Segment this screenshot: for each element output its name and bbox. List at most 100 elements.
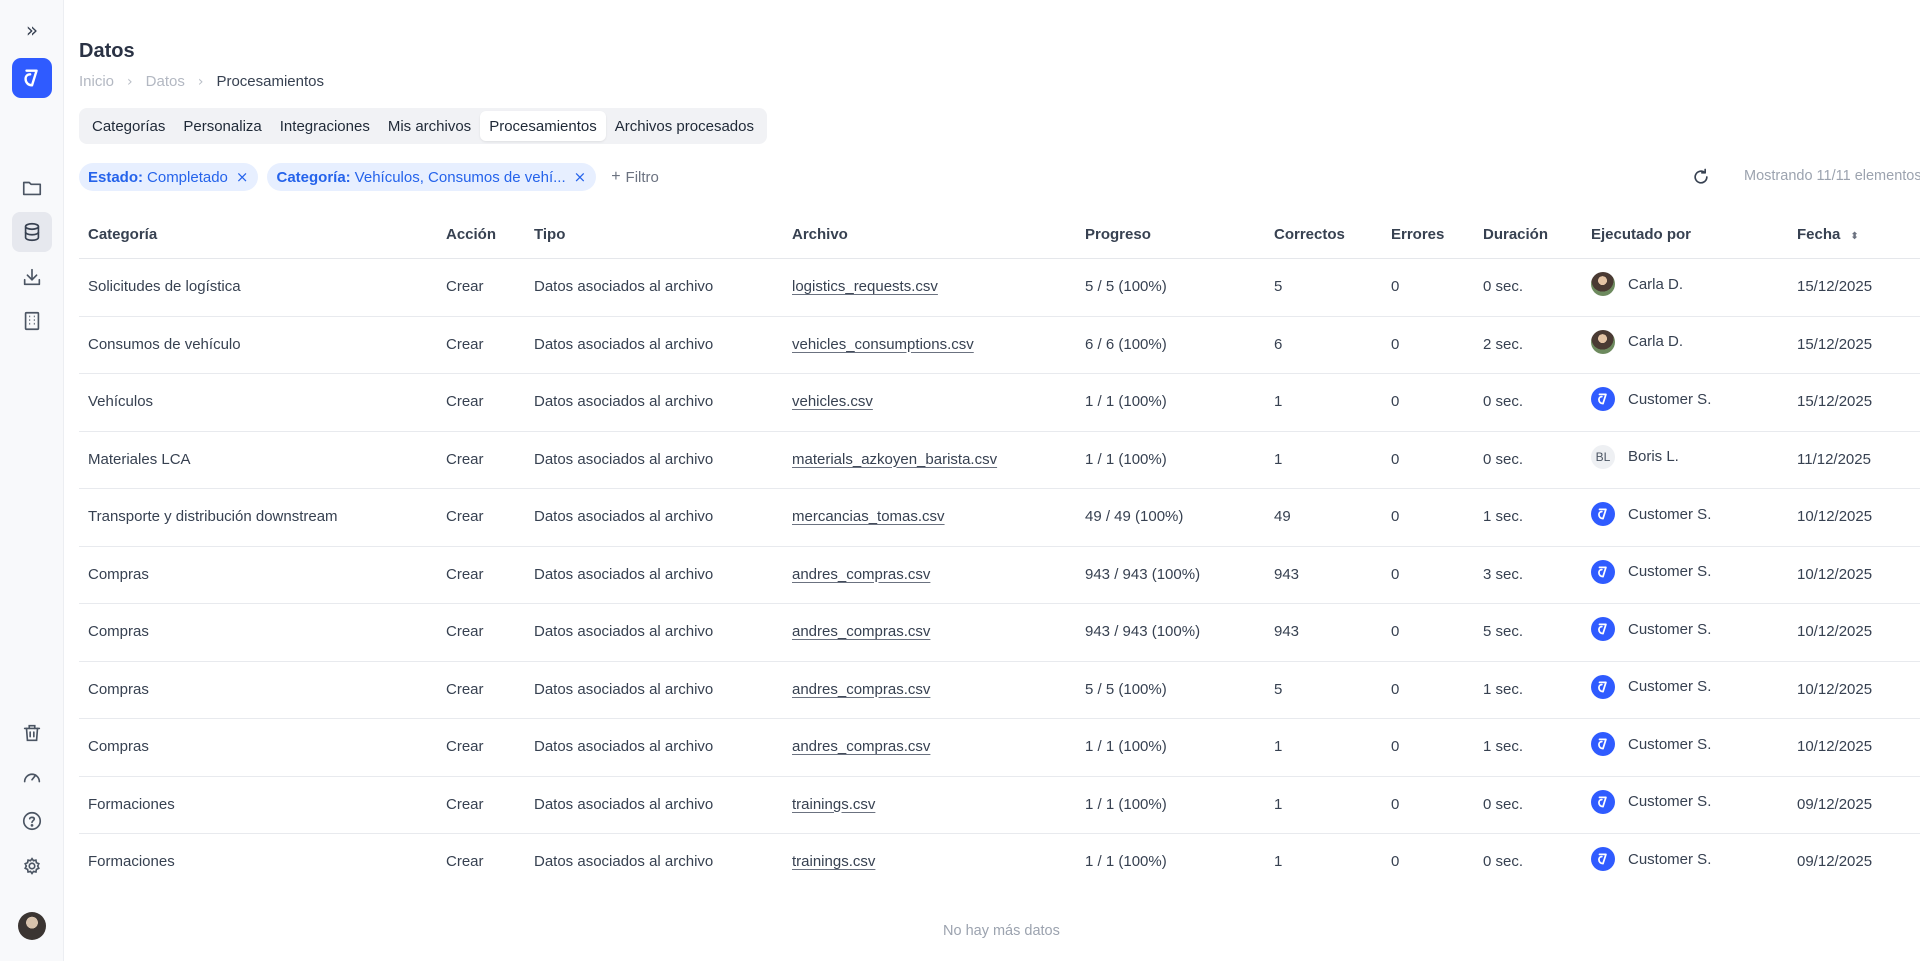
table-row[interactable]: Formaciones Crear Datos asociados al archi… xyxy=(79,834,1920,892)
tab-categorias[interactable]: Categorías xyxy=(83,111,174,141)
cell-progreso: 1 / 1 (100%) xyxy=(1085,853,1167,870)
close-icon[interactable]: × xyxy=(236,168,249,186)
tab-personaliza[interactable]: Personaliza xyxy=(174,111,270,141)
cell-tipo: Datos asociados al archivo xyxy=(534,335,714,353)
tab-bar: Categorías Personaliza Integraciones Mis… xyxy=(79,108,767,144)
cell-correctos: 49 xyxy=(1274,508,1291,525)
filter-chip-categoria[interactable]: Categoría: Vehículos, Consumos de vehí..… xyxy=(267,163,597,191)
cell-tipo: Datos asociados al archivo xyxy=(534,393,714,410)
table-row[interactable]: Consumos de vehículo Crear Datos asociados… xyxy=(79,317,1920,374)
cell-archivo-link[interactable]: mercancias_tomas.csv xyxy=(792,508,945,525)
filter-chip-value: Completado xyxy=(147,168,228,186)
cell-archivo-link[interactable]: andres_compras.csv xyxy=(792,681,930,698)
table-row[interactable]: Transporte y distribución downstream Crea… xyxy=(79,489,1920,547)
sort-icon[interactable]: ⬍ xyxy=(1850,231,1858,242)
user-avatar xyxy=(1591,329,1615,354)
breadcrumb-inicio[interactable]: Inicio xyxy=(79,73,114,90)
table-row[interactable]: Compras Crear Datos asociados al archivo an… xyxy=(79,547,1920,604)
table-body: Solicitudes de logística Crear Datos asoci… xyxy=(79,259,1920,892)
trash-icon[interactable] xyxy=(12,713,52,753)
cell-duracion: 0 sec. xyxy=(1483,393,1524,410)
cell-fecha: 10/12/2025 xyxy=(1797,680,1873,698)
column-header-tipo[interactable]: Tipo xyxy=(534,226,565,243)
filter-chip-estado[interactable]: Estado: Completado × xyxy=(79,163,259,191)
cell-fecha: 15/12/2025 xyxy=(1797,335,1873,353)
cell-categoria: Vehículos xyxy=(88,393,154,410)
download-icon[interactable] xyxy=(12,257,52,297)
table-row[interactable]: Compras Crear Datos asociados al archivo an… xyxy=(79,662,1920,719)
column-header-fecha[interactable]: Fecha ⬍ xyxy=(1797,226,1859,243)
cell-errores: 0 xyxy=(1391,795,1400,813)
help-icon[interactable] xyxy=(12,801,52,841)
table-row[interactable]: Compras Crear Datos asociados al archivo an… xyxy=(79,604,1920,662)
table-row[interactable]: Materiales LCA Crear Datos asociados al ar… xyxy=(79,432,1920,489)
cell-progreso: 1 / 1 (100%) xyxy=(1085,450,1167,468)
column-header-correctos[interactable]: Correctos xyxy=(1274,226,1345,243)
database-icon[interactable] xyxy=(12,212,52,252)
cell-fecha: 15/12/2025 xyxy=(1797,393,1873,410)
cell-tipo: Datos asociados al archivo xyxy=(534,508,714,525)
cell-archivo-link[interactable]: trainings.csv xyxy=(792,796,875,813)
column-header-archivo[interactable]: Archivo xyxy=(792,226,848,243)
breadcrumb-datos[interactable]: Datos xyxy=(146,73,185,90)
tab-mis-archivos[interactable]: Mis archivos xyxy=(379,111,480,141)
cell-archivo-link[interactable]: vehicles_consumptions.csv xyxy=(792,336,974,353)
building-icon[interactable] xyxy=(12,301,52,341)
cell-fecha: 10/12/2025 xyxy=(1797,565,1873,583)
app-logo[interactable] xyxy=(12,58,52,98)
cell-categoria: Materiales LCA xyxy=(88,450,191,468)
cell-archivo-link[interactable]: trainings.csv xyxy=(792,853,875,870)
table-row[interactable]: Compras Crear Datos asociados al archivo an… xyxy=(79,719,1920,777)
executor-name: Boris L. xyxy=(1628,448,1679,465)
tab-procesamientos[interactable]: Procesamientos xyxy=(480,111,606,141)
user-avatar[interactable] xyxy=(18,912,46,940)
cell-duracion: 0 sec. xyxy=(1483,853,1524,870)
table-row[interactable]: Vehículos Crear Datos asociados al archivo… xyxy=(79,374,1920,432)
refresh-icon[interactable] xyxy=(1691,167,1711,187)
breadcrumb: Inicio › Datos › Procesamientos xyxy=(79,73,324,90)
add-filter-button[interactable]: + Filtro xyxy=(611,168,659,186)
gear-icon[interactable] xyxy=(12,846,52,886)
table-row[interactable]: Formaciones Crear Datos asociados al archi… xyxy=(79,777,1920,834)
column-header-progreso[interactable]: Progreso xyxy=(1085,226,1151,243)
brand-avatar-icon xyxy=(1591,502,1615,526)
column-header-ejecutado-por[interactable]: Ejecutado por xyxy=(1591,226,1691,243)
cell-categoria: Compras xyxy=(88,680,149,698)
executor-name: Customer S. xyxy=(1628,850,1712,868)
column-header-duracion[interactable]: Duración xyxy=(1483,226,1548,243)
cell-archivo-link[interactable]: andres_compras.csv xyxy=(792,623,930,640)
cell-duracion: 2 sec. xyxy=(1483,335,1524,353)
breadcrumb-procesamientos: Procesamientos xyxy=(216,73,324,90)
executor-name: Customer S. xyxy=(1628,678,1712,695)
cell-progreso: 1 / 1 (100%) xyxy=(1085,795,1167,813)
cell-categoria: Compras xyxy=(88,623,149,640)
column-header-errores[interactable]: Errores xyxy=(1391,226,1444,243)
cell-errores: 0 xyxy=(1391,853,1400,870)
executor-name: Customer S. xyxy=(1628,563,1712,580)
cell-progreso: 5 / 5 (100%) xyxy=(1085,680,1167,698)
table-row[interactable]: Solicitudes de logística Crear Datos asoci… xyxy=(79,259,1920,317)
expand-icon[interactable]: » xyxy=(12,10,52,50)
cell-archivo-link[interactable]: materials_azkoyen_barista.csv xyxy=(792,451,997,468)
cell-progreso: 943 / 943 (100%) xyxy=(1085,565,1201,583)
brand-avatar-icon xyxy=(1591,674,1615,699)
tab-integraciones[interactable]: Integraciones xyxy=(271,111,379,141)
cell-tipo: Datos asociados al archivo xyxy=(534,680,714,698)
gauge-icon[interactable] xyxy=(12,757,52,797)
folder-icon[interactable] xyxy=(12,168,52,208)
cell-archivo-link[interactable]: andres_compras.csv xyxy=(792,738,930,755)
user-avatar xyxy=(1591,272,1615,296)
cell-archivo-link[interactable]: vehicles.csv xyxy=(792,393,873,410)
cell-archivo-link[interactable]: andres_compras.csv xyxy=(792,566,930,583)
column-header-accion[interactable]: Acción xyxy=(446,226,496,243)
cell-accion: Crear xyxy=(446,393,484,410)
cell-archivo-link[interactable]: logistics_requests.csv xyxy=(792,278,938,295)
brand-avatar-icon xyxy=(1591,847,1615,871)
cell-ejecutado-por: Customer S. xyxy=(1591,789,1711,814)
cell-fecha: 09/12/2025 xyxy=(1797,795,1873,813)
column-header-categoria[interactable]: Categoría xyxy=(88,226,157,243)
cell-duracion: 5 sec. xyxy=(1483,623,1524,640)
tab-archivos-procesados[interactable]: Archivos procesados xyxy=(606,111,763,141)
close-icon[interactable]: × xyxy=(574,168,587,186)
cell-tipo: Datos asociados al archivo xyxy=(534,738,714,755)
